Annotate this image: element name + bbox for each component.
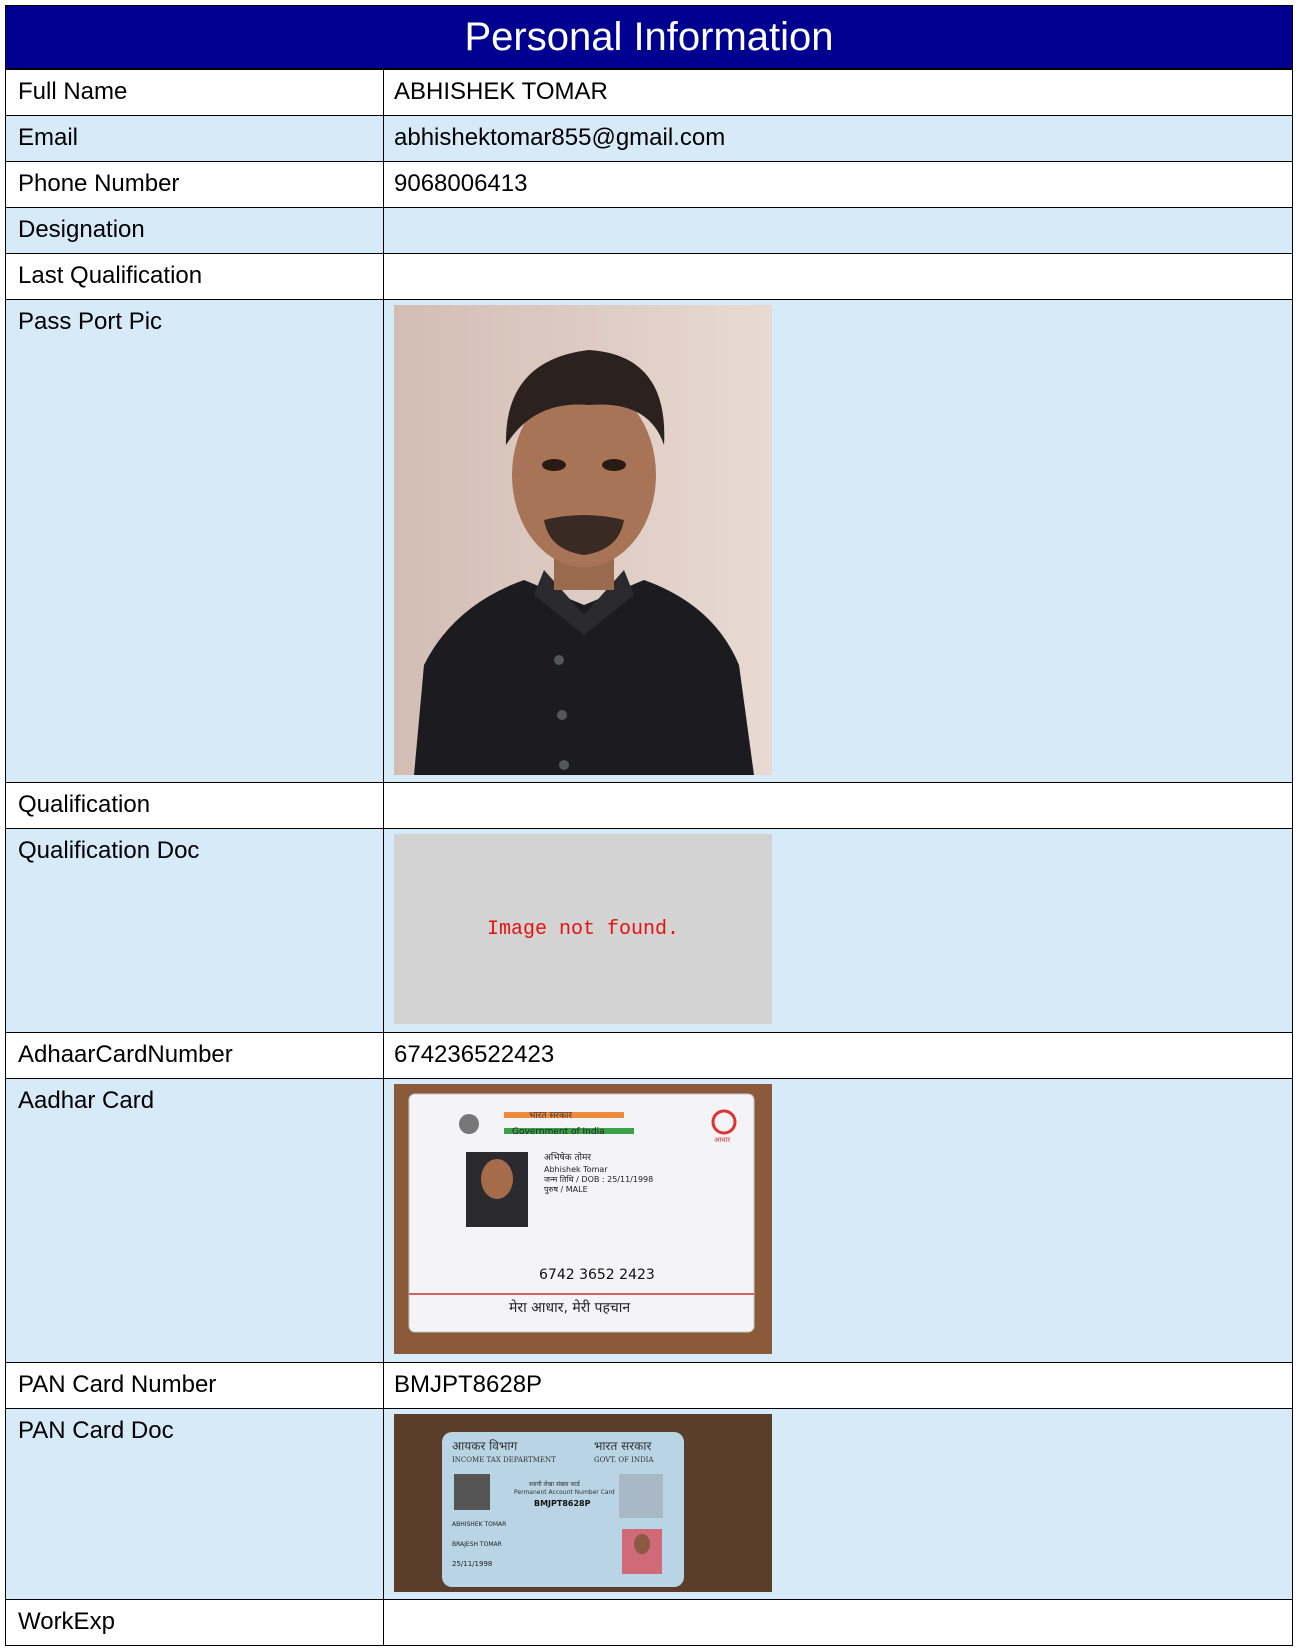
aadhaar-card-number: 6742 3652 2423 — [539, 1267, 655, 1283]
page-title: Personal Information — [5, 5, 1293, 69]
row-phone: Phone Number 9068006413 — [5, 161, 1293, 208]
row-designation: Designation — [5, 207, 1293, 254]
email-label: Email — [5, 115, 384, 162]
aadhaar-name-hindi: अभिषेक तोमर — [544, 1151, 591, 1163]
last-qualification-label: Last Qualification — [5, 253, 384, 300]
pan-number-value: BMJPT8628P — [383, 1362, 1293, 1409]
work-exp-value — [383, 1599, 1293, 1646]
row-aadhaar-card: Aadhar Card भारत सरकार Government of Ind… — [5, 1078, 1293, 1363]
qualification-value — [383, 782, 1293, 829]
image-not-found-placeholder: Image not found. — [394, 834, 772, 1024]
row-qualification: Qualification — [5, 782, 1293, 829]
pan-dept-hindi: आयकर विभाग — [452, 1439, 517, 1453]
aadhaar-tagline: मेरा आधार, मेरी पहचान — [509, 1299, 630, 1316]
aadhaar-gov-english: Government of India — [512, 1127, 605, 1137]
personal-info-sheet: Personal Information Full Name ABHISHEK … — [5, 5, 1293, 1646]
passport-pic-cell — [383, 299, 1293, 783]
phone-label: Phone Number — [5, 161, 384, 208]
pan-hologram — [619, 1474, 663, 1518]
aadhaar-card-cell: भारत सरकार Government of India आधार अभिष… — [383, 1078, 1293, 1363]
full-name-value: ABHISHEK TOMAR — [383, 69, 1293, 116]
aadhaar-number-label: AdhaarCardNumber — [5, 1032, 384, 1079]
passport-pic-label: Pass Port Pic — [5, 299, 384, 783]
pan-number-on-card: BMJPT8628P — [534, 1499, 591, 1508]
info-table: Full Name ABHISHEK TOMAR Email abhishekt… — [5, 69, 1293, 1646]
pan-doc-cell: आयकर विभाग INCOME TAX DEPARTMENT भारत सर… — [383, 1408, 1293, 1600]
row-qualification-doc: Qualification Doc Image not found. — [5, 828, 1293, 1033]
row-email: Email abhishektomar855@gmail.com — [5, 115, 1293, 162]
full-name-label: Full Name — [5, 69, 384, 116]
last-qualification-value — [383, 253, 1293, 300]
emblem-icon — [459, 1114, 479, 1134]
row-full-name: Full Name ABHISHEK TOMAR — [5, 69, 1293, 116]
phone-value: 9068006413 — [383, 161, 1293, 208]
aadhaar-logo-text: आधार — [714, 1136, 730, 1144]
aadhaar-card-image: भारत सरकार Government of India आधार अभिष… — [394, 1084, 772, 1354]
work-exp-label: WorkExp — [5, 1599, 384, 1646]
aadhaar-card-label: Aadhar Card — [5, 1078, 384, 1363]
pan-card-english: Permanent Account Number Card — [514, 1489, 615, 1496]
aadhaar-gender: पुरुष / MALE — [544, 1185, 588, 1195]
qualification-doc-label: Qualification Doc — [5, 828, 384, 1033]
aadhaar-number-value: 674236522423 — [383, 1032, 1293, 1079]
row-pan-doc: PAN Card Doc आयकर विभाग INCOME TAX DEPAR… — [5, 1408, 1293, 1600]
pan-card-image: आयकर विभाग INCOME TAX DEPARTMENT भारत सर… — [394, 1414, 772, 1592]
pan-dept-english: INCOME TAX DEPARTMENT — [452, 1456, 556, 1464]
qualification-label: Qualification — [5, 782, 384, 829]
row-pan-number: PAN Card Number BMJPT8628P — [5, 1362, 1293, 1409]
pan-qr-code — [454, 1474, 490, 1510]
row-work-exp: WorkExp — [5, 1599, 1293, 1646]
designation-label: Designation — [5, 207, 384, 254]
row-aadhaar-number: AdhaarCardNumber 674236522423 — [5, 1032, 1293, 1079]
aadhaar-name-english: Abhishek Tomar — [544, 1165, 608, 1174]
aadhaar-dob: जन्म तिथि / DOB : 25/11/1998 — [544, 1174, 653, 1184]
designation-value — [383, 207, 1293, 254]
email-value: abhishektomar855@gmail.com — [383, 115, 1293, 162]
row-last-qualification: Last Qualification — [5, 253, 1293, 300]
row-passport-pic: Pass Port Pic — [5, 299, 1293, 783]
pan-gov-english: GOVT. OF INDIA — [594, 1456, 654, 1464]
passport-photo — [394, 305, 772, 775]
pan-father-name: BRAJESH TOMAR — [452, 1541, 502, 1548]
qualification-doc-cell: Image not found. — [383, 828, 1293, 1033]
pan-name: ABHISHEK TOMAR — [452, 1521, 506, 1528]
pan-card-hindi: स्थायी लेखा संख्या कार्ड — [529, 1480, 581, 1488]
pan-dob: 25/11/1998 — [452, 1560, 492, 1568]
pan-gov-hindi: भारत सरकार — [594, 1439, 652, 1453]
pan-doc-label: PAN Card Doc — [5, 1408, 384, 1600]
aadhaar-gov-hindi: भारत सरकार — [529, 1111, 572, 1121]
pan-number-label: PAN Card Number — [5, 1362, 384, 1409]
